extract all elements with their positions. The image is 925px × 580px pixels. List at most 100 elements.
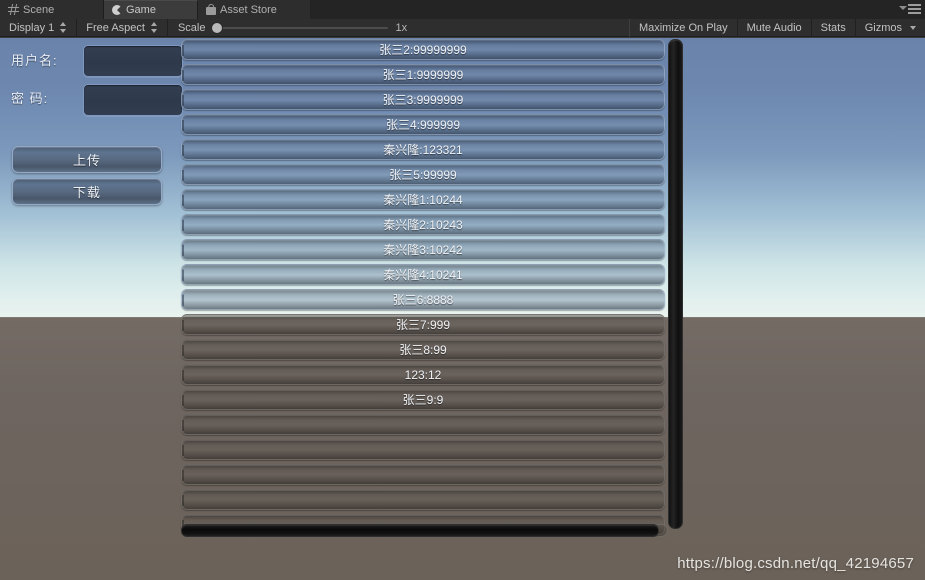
record-row-handle [182, 344, 184, 357]
record-row-handle [182, 144, 184, 157]
record-row-handle [182, 369, 184, 382]
chevron-down-icon [899, 6, 907, 10]
record-row[interactable] [181, 464, 665, 485]
horizontal-scrollbar[interactable] [181, 524, 668, 537]
tab-scene[interactable]: Scene [0, 0, 104, 19]
vertical-scrollbar[interactable] [668, 38, 683, 532]
record-row-handle [182, 294, 184, 307]
record-row[interactable] [181, 489, 665, 510]
record-row[interactable]: 张三8:99 [181, 339, 665, 360]
record-row[interactable]: 秦兴隆3:10242 [181, 239, 665, 260]
maximize-on-play-toggle[interactable]: Maximize On Play [628, 18, 738, 37]
scale-slider-track [212, 26, 389, 29]
scale-slider-group: Scale 1x [168, 19, 415, 37]
record-row[interactable]: 张三4:999999 [181, 114, 665, 135]
horizontal-scrollbar-thumb[interactable] [181, 524, 659, 537]
hash-grid-icon [8, 4, 19, 15]
display-dropdown[interactable]: Display 1 [0, 18, 78, 37]
vertical-scrollbar-thumb[interactable] [668, 39, 683, 529]
watermark-text: https://blog.csdn.net/qq_42194657 [677, 555, 914, 572]
record-row-handle [182, 119, 184, 132]
tab-scene-label: Scene [23, 3, 55, 16]
tab-bar-filler [310, 0, 925, 19]
download-button[interactable]: 下载 [12, 178, 162, 205]
hamburger-menu-icon[interactable] [899, 3, 921, 16]
scale-slider-knob[interactable] [212, 22, 223, 33]
gizmos-dropdown[interactable]: Gizmos [856, 19, 925, 37]
record-row-label: 张三4:999999 [385, 118, 461, 132]
record-row-label: 123:12 [404, 367, 442, 382]
maximize-on-play-label: Maximize On Play [638, 21, 728, 34]
record-row[interactable]: 秦兴隆4:10241 [181, 264, 665, 285]
record-row[interactable]: 秦兴隆1:10244 [181, 189, 665, 210]
username-input[interactable] [83, 45, 183, 77]
record-row[interactable] [181, 439, 665, 460]
record-row-handle [182, 419, 184, 432]
stats-label: Stats [820, 21, 846, 34]
record-row[interactable] [181, 414, 665, 435]
record-row-handle [182, 169, 184, 182]
stats-toggle[interactable]: Stats [812, 18, 856, 37]
password-label: 密 码: [11, 91, 49, 106]
record-row-label: 张三1:9999999 [382, 68, 464, 82]
mute-audio-label: Mute Audio [746, 21, 802, 34]
username-label: 用户名: [11, 53, 58, 68]
aspect-ratio-dropdown[interactable]: Free Aspect [77, 18, 168, 37]
up-down-arrows-icon [150, 22, 158, 33]
gizmos-label: Gizmos [864, 21, 902, 34]
record-row[interactable]: 123:12 [181, 364, 665, 385]
record-row-handle [182, 194, 184, 207]
mute-audio-toggle[interactable]: Mute Audio [738, 18, 812, 37]
record-row-label: 秦兴隆3:10242 [383, 243, 463, 257]
record-row[interactable]: 秦兴隆2:10243 [181, 214, 665, 235]
record-row-handle [182, 319, 184, 332]
record-row-label: 秦兴隆4:10241 [383, 268, 463, 282]
record-row-handle [182, 269, 184, 282]
shopping-bag-icon [206, 3, 216, 15]
toolbar-right-group: Maximize On Play Mute Audio Stats Gizmos [628, 18, 925, 37]
up-down-arrows-icon [60, 22, 67, 33]
tab-asset-store[interactable]: Asset Store [198, 0, 310, 19]
unity-editor-game-window: Scene Game Asset Store Display 1 Free As… [0, 0, 925, 580]
tab-asset-store-label: Asset Store [220, 3, 277, 16]
game-view-toolbar: Display 1 Free Aspect Scale 1x Maximize … [0, 18, 925, 37]
record-row-label: 张三9:9 [402, 393, 444, 407]
record-row[interactable]: 张三9:9 [181, 389, 665, 410]
aspect-ratio-label: Free Aspect [86, 21, 145, 34]
scale-label: Scale [177, 21, 206, 34]
record-row-label: 张三5:99999 [389, 168, 457, 182]
record-row[interactable]: 张三7:999 [181, 314, 665, 335]
record-scroll-list: 张三2:99999999 张三1:9999999 张三3:9999999 张三4:99… [179, 38, 685, 538]
record-row-label: 秦兴隆2:10243 [383, 218, 463, 232]
game-pacman-icon [112, 5, 122, 15]
record-row[interactable]: 张三2:99999999 [181, 39, 665, 60]
record-row-label: 张三8:99 [399, 343, 447, 357]
display-dropdown-label: Display 1 [9, 21, 55, 34]
record-row[interactable]: 张三3:9999999 [181, 89, 665, 110]
record-row-handle [182, 44, 184, 57]
record-row-handle [182, 394, 184, 407]
password-input[interactable] [83, 84, 183, 116]
scale-value: 1x [395, 21, 408, 34]
scale-slider[interactable] [212, 22, 389, 34]
chevron-down-icon [910, 25, 916, 30]
record-row-handle [182, 69, 184, 82]
tab-game-label: Game [126, 4, 156, 16]
tab-game[interactable]: Game [104, 0, 198, 19]
record-row-handle [182, 469, 184, 482]
record-row-handle [182, 244, 184, 257]
record-row-handle [182, 494, 184, 507]
upload-button[interactable]: 上传 [12, 146, 162, 173]
record-row[interactable]: 张三6:8888 [181, 289, 665, 310]
record-row[interactable]: 张三1:9999999 [181, 64, 665, 85]
record-row[interactable]: 秦兴隆:123321 [181, 139, 665, 160]
game-render-surface[interactable]: 用户名: 密 码: 上传 下载 张三2:99999999 张三1:9999999 张… [0, 38, 925, 580]
record-row-label: 秦兴隆1:10244 [383, 193, 463, 207]
record-row-label: 张三6:8888 [392, 293, 454, 307]
record-row[interactable]: 张三5:99999 [181, 164, 665, 185]
window-tab-bar: Scene Game Asset Store [0, 0, 925, 19]
record-row-label: 张三2:99999999 [379, 43, 467, 57]
record-row-handle [182, 444, 184, 457]
record-row-handle [182, 219, 184, 232]
